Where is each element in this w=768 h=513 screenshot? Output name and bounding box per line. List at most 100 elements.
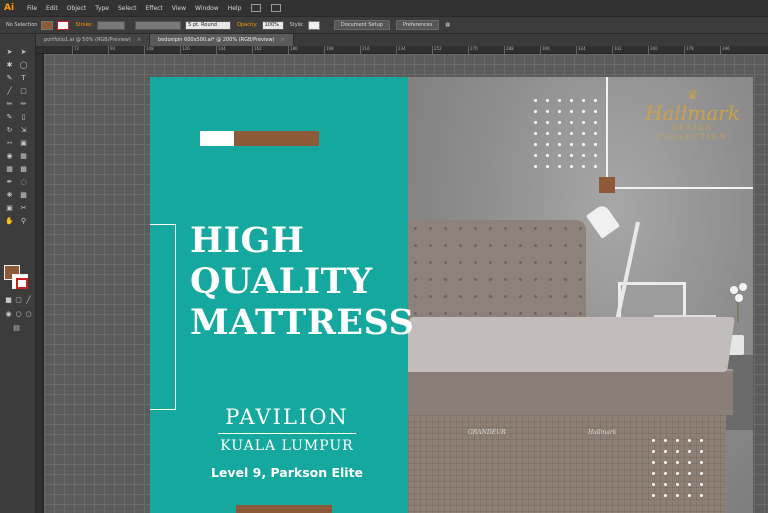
opacity-label[interactable]: Opacity: [237,22,258,28]
ruler-tick: 252 [432,46,442,54]
slice-tool-icon[interactable]: ✂ [19,204,28,212]
stroke-color-box[interactable] [12,274,28,289]
venue-name: PAVILION [225,405,349,429]
menu-edit[interactable]: Edit [46,5,58,12]
hand-tool-icon[interactable]: ✋ [5,217,14,225]
direct-selection-icon[interactable]: ➤ [19,48,28,56]
accent-square [599,177,615,193]
draw-inside-icon[interactable]: ○ [24,310,33,318]
ruler-tick: 306 [540,46,550,54]
shape-builder-icon[interactable]: ◉ [5,152,14,160]
stroke-label[interactable]: Stroke: [75,22,93,28]
paintbrush-icon[interactable]: ✏ [5,100,14,108]
ruler-tick: 162 [252,46,262,54]
menu-effect[interactable]: Effect [146,5,163,12]
ruler-tick: 360 [648,46,658,54]
eyedropper-icon[interactable]: ✒ [5,178,14,186]
none-mode-icon[interactable]: ╱ [24,296,33,304]
menu-view[interactable]: View [172,5,186,12]
selection-status: No Selection [6,22,38,28]
arrange-documents-icon[interactable] [271,4,282,12]
fill-color-swatch[interactable] [41,20,54,30]
ruler-tick: 72 [71,46,80,54]
tab-bedoxipin[interactable]: bedoxipin 600x500.ai* @ 200% (RGB/Previe… [150,34,294,46]
ruler-tick: 342 [612,46,622,54]
line-tool-icon[interactable]: ╱ [5,87,14,95]
ruler-tick: 216 [360,46,370,54]
menu-help[interactable]: Help [228,5,242,12]
rotate-tool-icon[interactable]: ↻ [5,126,14,134]
scale-tool-icon[interactable]: ⇲ [19,126,28,134]
vertical-ruler[interactable] [36,54,44,513]
menu-window[interactable]: Window [195,5,219,12]
width-tool-icon[interactable]: ⇿ [5,139,14,147]
blend-tool-icon[interactable]: ◌ [19,178,28,186]
pencil-icon[interactable]: ✏ [19,100,28,108]
selection-tool-icon[interactable]: ➤ [5,48,14,56]
tab-portfolio[interactable]: portfolio1.ai @ 50% (RGB/Preview) × [36,34,151,46]
dot-grid [652,439,703,497]
blob-brush-icon[interactable]: ✎ [5,113,14,121]
arrange-icon[interactable]: ▦ [445,22,450,28]
rectangle-tool-icon[interactable]: ▢ [19,87,28,95]
eraser-icon[interactable]: ▯ [19,113,28,121]
pen-tool-icon[interactable]: ✎ [5,74,14,82]
mesh-tool-icon[interactable]: ▦ [5,165,14,173]
venue-block: PAVILION KUALA LUMPUR Level 9, Parkson E… [198,404,376,480]
ruler-tick: 396 [720,46,730,54]
tools-panel: ➤ ➤ ✱ ◯ ✎ T ╱ ▢ ✏ ✏ ✎ ▯ ↻ ⇲ ⇿ ▣ ◉ ▦ ▦ ▩ … [0,34,36,513]
gradient-tool-icon[interactable]: ▩ [19,165,28,173]
venue-city: KUALA LUMPUR [220,438,354,454]
brush-definition-field[interactable]: 5 pt. Round [185,20,232,30]
ruler-tick: 108 [144,46,154,54]
ruler-tick: 90 [107,46,116,54]
preferences-button[interactable]: Preferences [395,20,440,30]
logo-subtitle: DESIGN [671,124,714,132]
headline: HIGH QUALITY MATTRESS [190,220,490,343]
draw-behind-icon[interactable]: ○ [14,310,23,318]
lamp-icon [585,203,621,239]
headline-line: HIGH [190,220,305,261]
base-label: Hallmark [588,429,617,436]
venue-level: Level 9, Parkson Elite [210,465,364,480]
base-label: GRANDEUR [468,429,506,436]
menu-type[interactable]: Type [95,5,109,12]
type-tool-icon[interactable]: T [19,74,28,82]
document-tabs: portfolio1.ai @ 50% (RGB/Preview) × bedox… [36,34,768,46]
perspective-grid-icon[interactable]: ▦ [19,152,28,160]
lasso-icon[interactable]: ◯ [19,61,28,69]
ruler-tick: 198 [324,46,334,54]
artboard[interactable]: ♛ Hallmark DESIGN COLLECTION GRANDEUR Ha… [150,77,753,513]
bridge-icon[interactable] [251,4,262,12]
frame-line [606,187,753,189]
stroke-weight-field[interactable] [97,20,126,30]
variable-width-field[interactable] [135,20,182,30]
free-transform-icon[interactable]: ▣ [19,139,28,147]
magic-wand-icon[interactable]: ✱ [5,61,14,69]
menu-file[interactable]: File [27,5,37,12]
artboard-tool-icon[interactable]: ▣ [5,204,14,212]
tab-label: portfolio1.ai @ 50% (RGB/Preview) [44,37,131,43]
menu-object[interactable]: Object [67,5,87,12]
screen-mode-icon[interactable]: ▤ [12,324,21,332]
ruler-tick: 324 [576,46,586,54]
stroke-color-swatch[interactable] [57,20,70,30]
color-mode-icon[interactable]: ■ [4,296,13,304]
ruler-tick: 180 [288,46,298,54]
flower-icon [730,283,747,322]
draw-normal-icon[interactable]: ◉ [4,310,13,318]
symbol-sprayer-icon[interactable]: ❋ [5,191,14,199]
menu-select[interactable]: Select [118,5,137,12]
close-icon[interactable]: × [137,37,141,43]
graphic-style-swatch[interactable] [307,20,320,30]
horizontal-ruler[interactable]: 72 90 108 126 144 162 180 198 216 234 25… [36,46,768,54]
zoom-tool-icon[interactable]: ⚲ [19,217,28,225]
gradient-mode-icon[interactable]: ▢ [14,296,23,304]
document-setup-button[interactable]: Document Setup [333,20,390,30]
graph-tool-icon[interactable]: ▩ [19,191,28,199]
close-icon[interactable]: × [281,37,285,43]
headline-line: MATTRESS [190,302,415,343]
opacity-field[interactable]: 100% [261,20,284,30]
control-bar: No Selection Stroke: 5 pt. Round Opacity… [0,16,768,34]
frame-line [606,77,608,187]
